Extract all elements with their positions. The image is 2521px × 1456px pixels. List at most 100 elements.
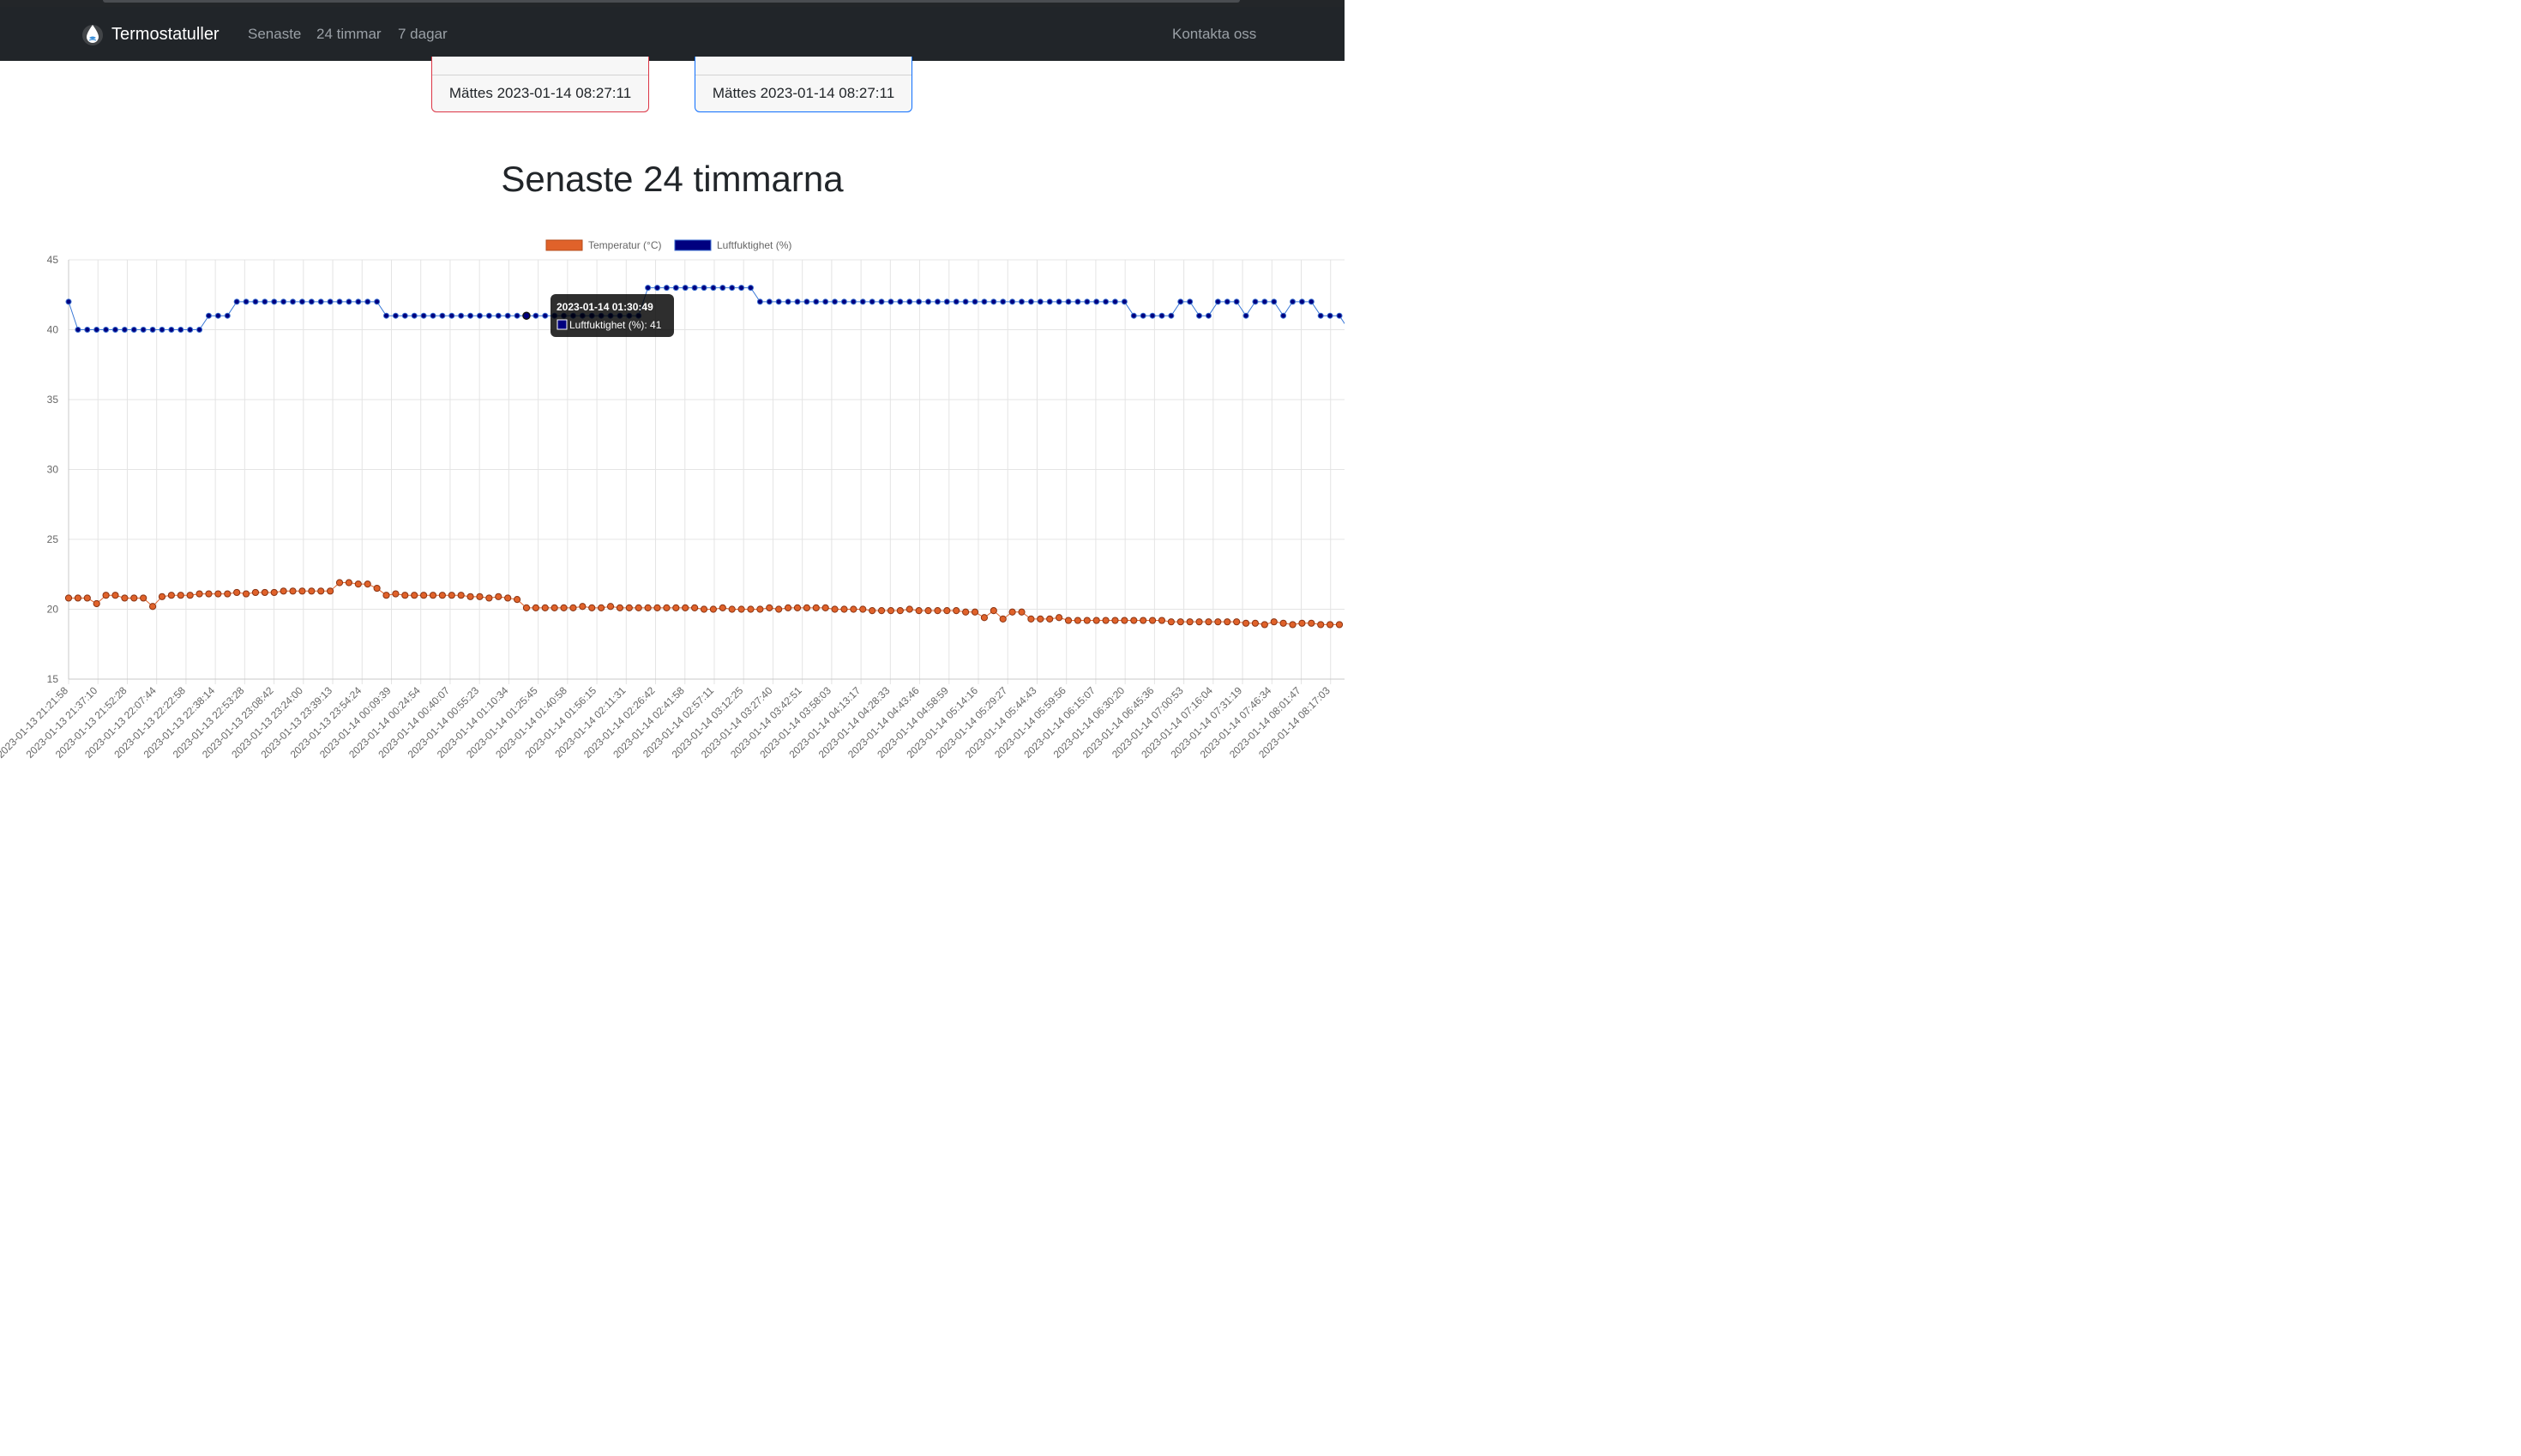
- nav-link-24-timmar[interactable]: 24 timmar: [316, 26, 382, 43]
- page-title: Senaste 24 timmarna: [501, 159, 844, 199]
- temperature-point: [756, 605, 764, 613]
- humidity-point: [205, 312, 212, 319]
- temperature-point: [1130, 617, 1138, 624]
- temperature-point: [158, 593, 166, 600]
- humidity-point: [756, 298, 763, 305]
- temperature-point: [419, 592, 428, 599]
- humidity-point: [298, 298, 305, 305]
- temperature-point: [1260, 621, 1268, 629]
- humidity-point: [803, 298, 810, 305]
- humidity-point: [84, 327, 91, 333]
- humidity-point: [103, 327, 110, 333]
- humidity-point: [1224, 298, 1230, 305]
- humidity-point: [168, 327, 175, 333]
- temperature-point: [812, 604, 820, 611]
- humidity-point: [1177, 298, 1184, 305]
- temperature-point: [1270, 618, 1278, 626]
- temperature-point: [111, 592, 119, 599]
- temperature-point: [504, 594, 512, 602]
- temperature-point: [280, 587, 287, 595]
- temperature-point: [850, 605, 857, 613]
- temperature-point: [1195, 618, 1203, 626]
- humidity-point: [1140, 312, 1146, 319]
- humidity-line: [68, 287, 1345, 330]
- humidity-card-footer: Mättes 2023-01-14 08:27:11: [695, 75, 912, 111]
- humidity-point: [374, 298, 381, 305]
- humidity-point: [822, 298, 829, 305]
- legend-label-temperatur: Temperatur (°C): [588, 239, 661, 251]
- temperature-point: [943, 607, 951, 615]
- temperature-point: [869, 607, 876, 615]
- tooltip-swatch: [557, 319, 568, 330]
- temperature-point: [859, 605, 867, 613]
- nav-link-7-dagar[interactable]: 7 dagar: [398, 26, 448, 43]
- humidity-point: [224, 312, 231, 319]
- humidity-point: [262, 298, 268, 305]
- humidity-point: [701, 285, 707, 292]
- humidity-point: [308, 298, 315, 305]
- humidity-point: [1000, 298, 1007, 305]
- temperature-point: [1308, 619, 1315, 627]
- humidity-point: [766, 298, 773, 305]
- humidity-point: [1308, 298, 1315, 305]
- temperature-point: [990, 607, 997, 615]
- y-tick-label: 20: [47, 604, 59, 616]
- nav-link-kontakta-oss[interactable]: Kontakta oss: [1172, 26, 1256, 43]
- humidity-point: [476, 312, 483, 319]
- humidity-point: [196, 327, 203, 333]
- temperature-point: [793, 604, 802, 611]
- humidity-point: [75, 327, 81, 333]
- temperature-point: [598, 604, 605, 611]
- temperature-point: [569, 604, 577, 611]
- humidity-point: [364, 298, 371, 305]
- temperature-point: [896, 607, 904, 615]
- temperature-point: [121, 594, 129, 602]
- humidity-point: [878, 298, 885, 305]
- hovered-point: [522, 311, 531, 320]
- humidity-point: [187, 327, 194, 333]
- legend: Temperatur (°C) Luftfuktighet (%): [545, 239, 791, 251]
- temperature-point: [270, 588, 278, 597]
- temperature-point: [308, 587, 316, 595]
- temperature-point: [373, 584, 381, 593]
- temperature-point: [1224, 618, 1231, 626]
- humidity-point: [495, 312, 502, 319]
- temperature-point: [616, 604, 624, 611]
- temperature-point: [1083, 617, 1091, 624]
- humidity-point: [990, 298, 997, 305]
- humidity-point: [271, 298, 278, 305]
- humidity-point: [280, 298, 287, 305]
- humidity-point: [859, 298, 866, 305]
- humidity-point: [840, 298, 847, 305]
- humidity-point: [252, 298, 259, 305]
- temperature-point: [653, 604, 661, 611]
- humidity-point: [1158, 312, 1165, 319]
- humidity-point: [729, 285, 736, 292]
- nav-link-senaste[interactable]: Senaste: [248, 26, 301, 43]
- humidity-point: [439, 312, 446, 319]
- temperature-point: [186, 592, 194, 599]
- temperature-point: [429, 592, 437, 599]
- temperature-point: [1121, 617, 1128, 624]
- temperature-point: [962, 608, 970, 616]
- temperature-point: [784, 604, 792, 611]
- humidity-point: [1103, 298, 1110, 305]
- humidity-point: [785, 298, 791, 305]
- humidity-point: [420, 312, 427, 319]
- humidity-point: [1046, 298, 1053, 305]
- humidity-point: [233, 298, 240, 305]
- y-tick-label: 35: [47, 394, 59, 406]
- temperature-point: [606, 603, 615, 611]
- line-chart[interactable]: 152025303540452023-01-13 21:21:582023-01…: [0, 232, 1345, 777]
- y-tick-label: 15: [47, 673, 59, 685]
- brand-name: Termostatuller: [111, 24, 220, 44]
- humidity-point: [1027, 298, 1034, 305]
- humidity-point: [1037, 298, 1044, 305]
- temperature-point: [1148, 617, 1157, 624]
- humidity-point: [159, 327, 165, 333]
- browser-address-edge: [103, 0, 1240, 3]
- temperature-point: [719, 604, 726, 611]
- brand-link[interactable]: Termostatuller: [82, 21, 220, 47]
- temperature-point: [915, 607, 923, 615]
- legend-swatch-luftfuktighet: [674, 239, 712, 251]
